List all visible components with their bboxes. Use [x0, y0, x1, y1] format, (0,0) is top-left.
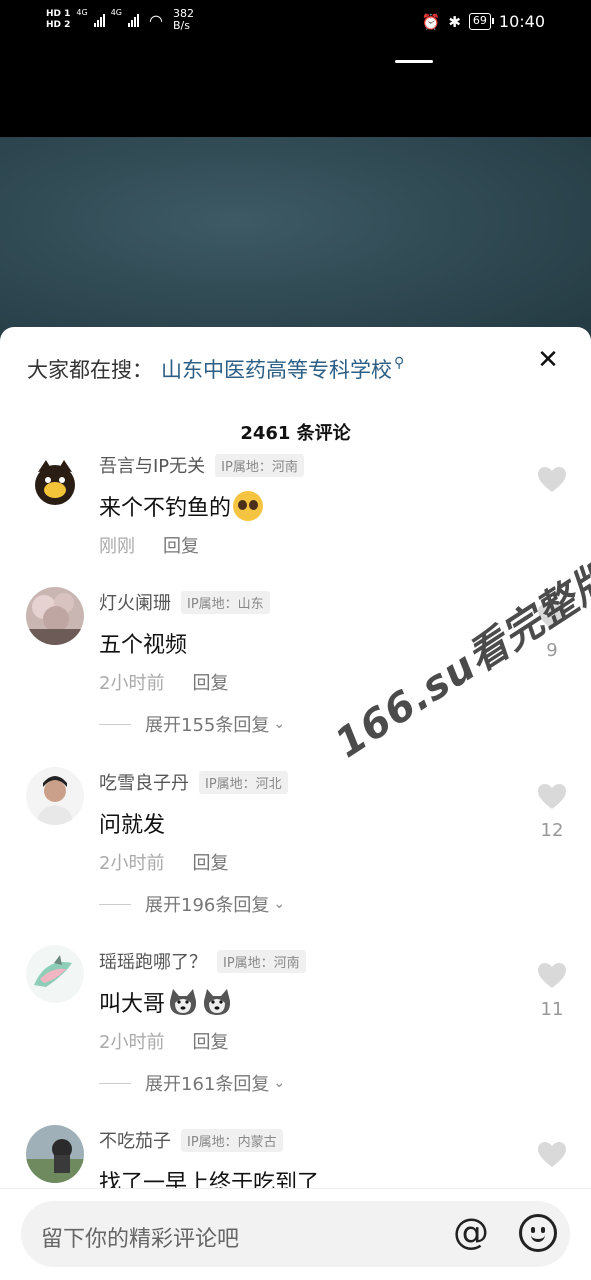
comment-text-content: 叫大哥 — [99, 992, 166, 1017]
comment-input[interactable]: 留下你的精彩评论吧 @ — [21, 1201, 570, 1267]
comment-header: 灯火阑珊 IP属地：山东 — [99, 589, 270, 615]
emoji-icon[interactable] — [519, 1214, 557, 1252]
ip-location-badge: IP属地：河南 — [215, 453, 304, 477]
alarm-icon: ⏰ — [421, 12, 441, 31]
like-count: 12 — [540, 820, 564, 841]
ip-location-badge: IP属地：内蒙古 — [181, 1128, 283, 1152]
reply-button[interactable]: 回复 — [192, 669, 228, 695]
husky-emoji — [169, 989, 197, 1015]
comment-username[interactable]: 吃雪良子丹 — [99, 769, 189, 795]
comment-input-bar: 留下你的精彩评论吧 @ — [0, 1188, 591, 1280]
comment-header: 不吃茄子 IP属地：内蒙古 — [99, 1127, 283, 1153]
comment-header: 瑶瑶跑哪了？ IP属地：河南 — [99, 948, 306, 974]
hd2-label: HD 2 — [46, 20, 71, 30]
signal-icon-2 — [128, 13, 139, 27]
comment-text[interactable]: 叫大哥 — [99, 986, 233, 1018]
emoji-icon-mouth — [531, 1235, 545, 1242]
comment-username[interactable]: 吾言与IP无关 — [99, 452, 205, 478]
comment-header: 吃雪良子丹 IP属地：河北 — [99, 769, 288, 795]
net1-label: 4G — [76, 8, 88, 17]
ip-location-badge: IP属地：河北 — [199, 770, 288, 794]
comment-meta: 2小时前 回复 — [99, 1028, 228, 1054]
status-left: HD 1 HD 2 4G 4G ◠ 382 B/s — [46, 8, 194, 32]
video-background[interactable] — [0, 137, 591, 347]
expand-replies-button[interactable]: 展开155条回复 ⌄ — [99, 711, 285, 737]
top-nav-active-indicator — [395, 60, 433, 63]
net-speed: 382 B/s — [173, 8, 194, 32]
pleading-face-emoji — [233, 491, 264, 521]
comment-username[interactable]: 不吃茄子 — [99, 1127, 171, 1153]
chevron-down-icon: ⌄ — [273, 716, 286, 732]
expand-replies-button[interactable]: 展开161条回复 ⌄ — [99, 1070, 285, 1096]
chevron-down-icon: ⌄ — [273, 1075, 286, 1091]
comment-meta: 2小时前 回复 — [99, 849, 228, 875]
top-nav-fragment-3[interactable]: ▂▂▂ — [383, 30, 443, 46]
avatar[interactable] — [26, 1125, 84, 1183]
like-button[interactable]: 11 — [537, 962, 567, 1020]
expand-replies-button[interactable]: 展开196条回复 ⌄ — [99, 891, 285, 917]
like-button[interactable]: 12 — [537, 783, 567, 841]
comment-text[interactable]: 问就发 — [99, 807, 165, 839]
search-icon: ⚲ — [394, 355, 405, 371]
like-button[interactable] — [537, 1141, 567, 1172]
like-button[interactable] — [537, 466, 567, 497]
reply-button[interactable]: 回复 — [192, 849, 228, 875]
heart-icon — [538, 963, 566, 988]
search-prefix: 大家都在搜： — [27, 358, 153, 382]
avatar[interactable] — [26, 452, 84, 510]
signal-icon — [93, 13, 105, 27]
avatar[interactable] — [26, 945, 84, 1003]
expand-replies-label: 展开155条回复 — [145, 715, 270, 736]
comment-time: 刚刚 — [99, 536, 135, 557]
at-mention-icon[interactable]: @ — [453, 1211, 489, 1255]
heart-icon — [538, 784, 566, 809]
comment-meta: 2小时前 回复 — [99, 669, 228, 695]
hd-indicator: HD 1 HD 2 — [46, 9, 70, 31]
heart-icon — [538, 1142, 566, 1167]
reply-button[interactable]: 回复 — [163, 532, 199, 558]
comment-count: 2461 条评论 — [240, 423, 351, 444]
like-count: 11 — [540, 999, 564, 1020]
ip-location-badge: IP属地：河南 — [217, 949, 306, 973]
input-placeholder: 留下你的精彩评论吧 — [41, 1227, 240, 1252]
comment-time: 2小时前 — [99, 673, 165, 694]
expand-divider — [99, 1082, 131, 1084]
wifi-icon: ◠ — [149, 10, 163, 30]
top-nav-fragment-1[interactable]: ▂▂▂ — [150, 30, 210, 46]
search-query-link[interactable]: 山东中医药高等专科学校 — [161, 354, 392, 384]
comment-username[interactable]: 灯火阑珊 — [99, 589, 171, 615]
expand-divider — [99, 903, 131, 905]
comment-text-content: 来个不钓鱼的 — [99, 496, 232, 521]
hd1-label: HD 1 — [46, 9, 71, 19]
heart-icon — [538, 467, 566, 492]
status-right: ⏰ ✱ 69 10:40 — [422, 12, 545, 31]
comment-text[interactable]: 五个视频 — [99, 627, 187, 659]
comment-sheet: 大家都在搜： 山东中医药高等专科学校 ⚲ ✕ 2461 条评论 吾言与IP无关 … — [0, 327, 591, 1280]
clock: 10:40 — [498, 12, 545, 31]
husky-emoji — [203, 989, 231, 1015]
comment-text[interactable]: 来个不钓鱼的 — [99, 490, 264, 522]
comment-time: 2小时前 — [99, 853, 165, 874]
close-icon[interactable]: ✕ — [535, 347, 561, 373]
battery-indicator: 69 — [468, 13, 494, 30]
trending-search[interactable]: 大家都在搜： 山东中医药高等专科学校 ⚲ — [27, 354, 404, 384]
comment-time: 2小时前 — [99, 1032, 165, 1053]
bluetooth-icon: ✱ — [448, 12, 461, 31]
ip-location-badge: IP属地：山东 — [181, 590, 270, 614]
avatar[interactable] — [26, 767, 84, 825]
top-nav-fragment-2[interactable]: ▂▂▂ — [265, 30, 325, 46]
expand-divider — [99, 723, 131, 725]
reply-button[interactable]: 回复 — [192, 1028, 228, 1054]
expand-replies-label: 展开161条回复 — [145, 1074, 270, 1095]
chevron-down-icon: ⌄ — [273, 896, 286, 912]
avatar[interactable] — [26, 587, 84, 645]
net2-label: 4G — [110, 8, 122, 17]
comment-header: 吾言与IP无关 IP属地：河南 — [99, 452, 304, 478]
comment-meta: 刚刚 回复 — [99, 532, 199, 558]
comment-username[interactable]: 瑶瑶跑哪了？ — [99, 948, 207, 974]
expand-replies-label: 展开196条回复 — [145, 895, 270, 916]
